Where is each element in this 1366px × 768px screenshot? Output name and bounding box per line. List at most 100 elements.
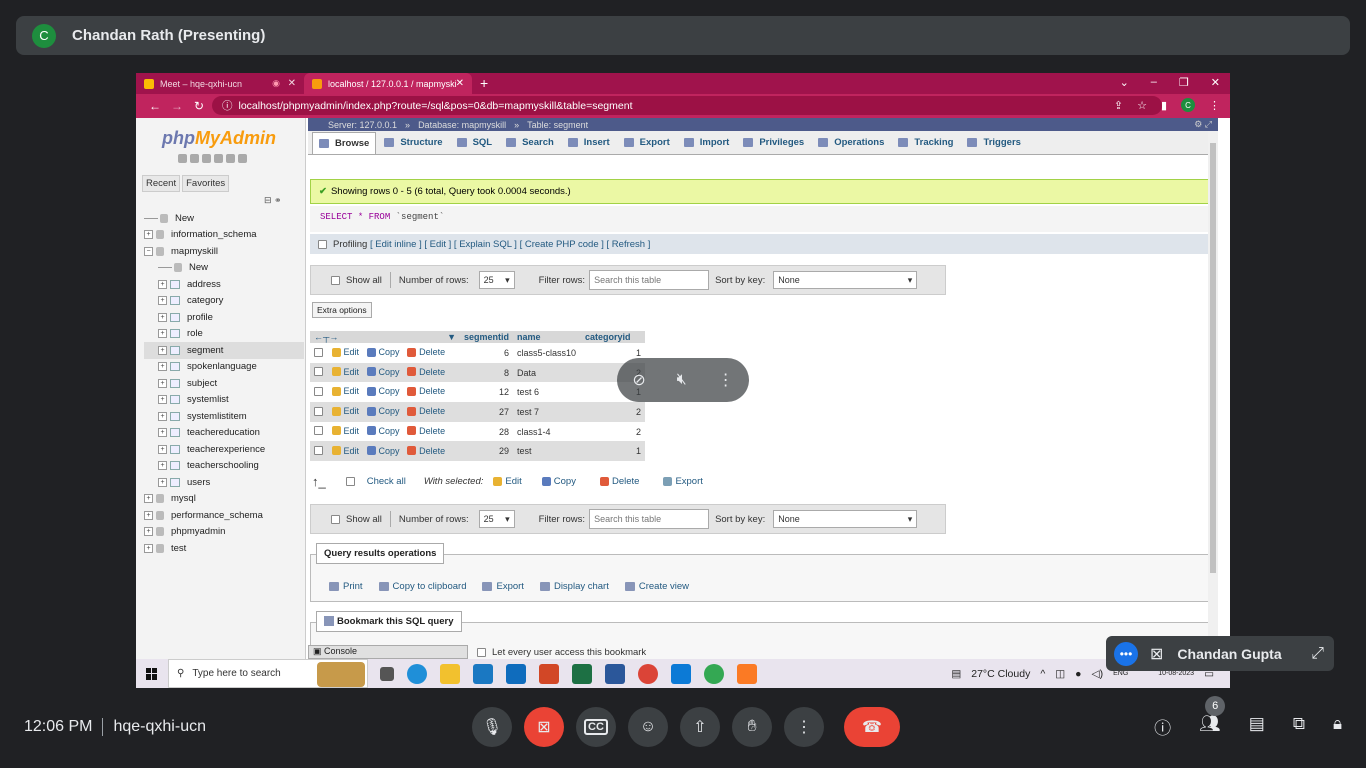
page-scrollbar[interactable] [1208,131,1218,659]
tree-item-performance-schema[interactable]: + performance_schema [144,507,304,524]
rows-select[interactable]: 25 [478,510,515,528]
delete-row-button[interactable]: Delete [407,406,445,416]
tab-search-chevron-icon[interactable]: ⌄ [1120,76,1129,89]
tree-item-mapmyskill[interactable]: − mapmyskill [144,243,304,260]
expand-toggle-icon[interactable]: + [158,461,167,471]
tree-item-systemlistitem[interactable]: + systemlistitem [144,408,304,425]
tab-tracking[interactable]: Tracking [892,132,959,154]
cell-categoryid[interactable]: 2 [581,402,646,422]
camera-button[interactable]: ⊠ [524,707,564,747]
close-window-icon[interactable]: ✕ [1211,76,1220,89]
bulk-delete-button[interactable]: Delete [599,476,639,487]
recent-tab[interactable]: Recent [142,175,181,192]
cell-segmentid[interactable]: 28 [460,421,514,442]
excel-icon[interactable] [572,663,592,684]
check-all-checkbox[interactable] [345,477,355,486]
more-options-button[interactable]: ⋮ [784,707,824,747]
expand-toggle-icon[interactable]: + [158,395,167,405]
expand-toggle-icon[interactable]: + [144,230,153,240]
copy-row-button[interactable]: Copy [366,446,400,456]
edit-row-button[interactable]: Edit [331,386,359,396]
network-icon[interactable]: ◫ [1055,668,1065,680]
windows-start-icon[interactable] [146,667,158,680]
chrome-icon[interactable] [638,663,658,684]
info-icon[interactable]: ⓘ [222,98,233,113]
file-explorer-icon[interactable] [440,663,460,684]
delete-row-button[interactable]: Delete [407,386,445,396]
bookmark-option[interactable]: Let every user access this bookmark [477,647,646,658]
bulk-export-button[interactable]: Export [663,476,703,487]
tab-import[interactable]: Import [678,132,736,154]
favorites-tab[interactable]: Favorites [182,175,230,192]
bookmark-legend[interactable]: Bookmark this SQL query [316,611,462,632]
help-icon[interactable] [202,154,211,163]
task-view-icon[interactable] [380,666,394,681]
edit-row-button[interactable]: Edit [331,367,359,377]
muted-audio-icon[interactable]: 🔇︎ [677,371,687,389]
cell-categoryid[interactable]: 1 [581,441,646,462]
cell-segmentid[interactable]: 27 [460,402,514,422]
home-icon[interactable] [178,154,187,163]
row-checkbox[interactable] [314,367,323,377]
tree-item-new[interactable]: New [144,260,304,277]
filter-input[interactable]: Search this table [589,509,710,529]
tab-insert[interactable]: Insert [562,132,616,154]
delete-row-button[interactable]: Delete [407,426,445,436]
cell-name[interactable]: test 6 [513,382,582,403]
bookmark-share-checkbox[interactable] [477,648,486,657]
expand-toggle-icon[interactable]: + [158,329,167,339]
more-options-icon[interactable]: ⋮ [718,370,734,390]
bulk-copy-button[interactable]: Copy [541,476,576,487]
delete-row-button[interactable]: Delete [407,367,445,377]
tree-item-mysql[interactable]: + mysql [144,491,304,508]
minimize-icon[interactable]: – [1151,76,1157,89]
copy-row-button[interactable]: Copy [366,347,400,357]
url-bar[interactable]: ⓘ localhost/phpmyadmin/index.php?route=/… [212,96,1162,115]
copy-row-button[interactable]: Copy [366,386,400,396]
page-settings-gear-icon[interactable]: ⚙ ⤢ [1194,119,1212,130]
expand-toggle-icon[interactable]: + [158,362,167,372]
tree-item-role[interactable]: + role [144,326,304,343]
query-links[interactable]: [ Edit inline ] [ Edit ] [ Explain SQL ]… [370,239,650,250]
breadcrumb-server[interactable]: Server: 127.0.0.1 [328,120,397,130]
activities-icon[interactable]: ⧉ [1293,714,1305,739]
sort-arrow-icon[interactable]: ▼ [447,332,456,342]
breadcrumb-table[interactable]: Table: segment [527,120,588,130]
collapse-link-icon[interactable]: ⊟ ⚭ [264,195,282,206]
expand-toggle-icon[interactable]: + [158,411,167,421]
mic-tray-icon[interactable]: ● [1075,668,1081,680]
tab-privileges[interactable]: Privileges [737,132,810,154]
cell-name[interactable]: Data [513,362,582,383]
breadcrumb-database[interactable]: Database: mapmyskill [418,120,506,130]
tree-item-segment[interactable]: + segment [144,342,304,359]
self-options-icon[interactable]: ••• [1114,641,1138,666]
xampp-icon[interactable] [737,663,757,684]
leave-call-button[interactable]: ☎︎ [844,707,900,747]
col-name[interactable]: name [513,331,582,343]
cell-name[interactable]: test 7 [513,402,582,422]
tab-search[interactable]: Search [500,132,560,154]
chrome-profile-icon[interactable] [704,663,724,684]
raise-hand-button[interactable]: ✋︎ [732,707,772,747]
tree-item-address[interactable]: + address [144,276,304,293]
header-arrows[interactable]: ←┬→ ▼ [310,331,460,343]
scroll-thumb[interactable] [1210,143,1216,573]
cell-segmentid[interactable]: 6 [460,343,514,363]
settings-icon[interactable] [226,154,235,163]
row-checkbox[interactable] [314,446,323,456]
sort-select[interactable]: None [773,271,918,289]
expand-toggle-icon[interactable]: + [144,510,153,520]
expand-icon[interactable]: ⤢ [1311,645,1324,663]
weather-text[interactable]: 27°C Cloudy [971,668,1030,680]
expand-toggle-icon[interactable]: + [158,345,167,355]
tree-item-teacherexperience[interactable]: + teacherexperience [144,441,304,458]
edge-icon[interactable] [407,663,427,684]
tree-connector[interactable] [158,267,172,269]
cell-categoryid[interactable]: 2 [581,421,646,442]
reload-icon[interactable]: ↻ [188,99,210,113]
microphone-button[interactable]: 🎙︎ [472,707,512,747]
word-icon[interactable] [605,663,625,684]
tab-browse[interactable]: Browse [312,131,377,154]
expand-toggle-icon[interactable]: − [144,246,153,256]
sidepanel-icon[interactable]: ▮ [1161,99,1167,112]
